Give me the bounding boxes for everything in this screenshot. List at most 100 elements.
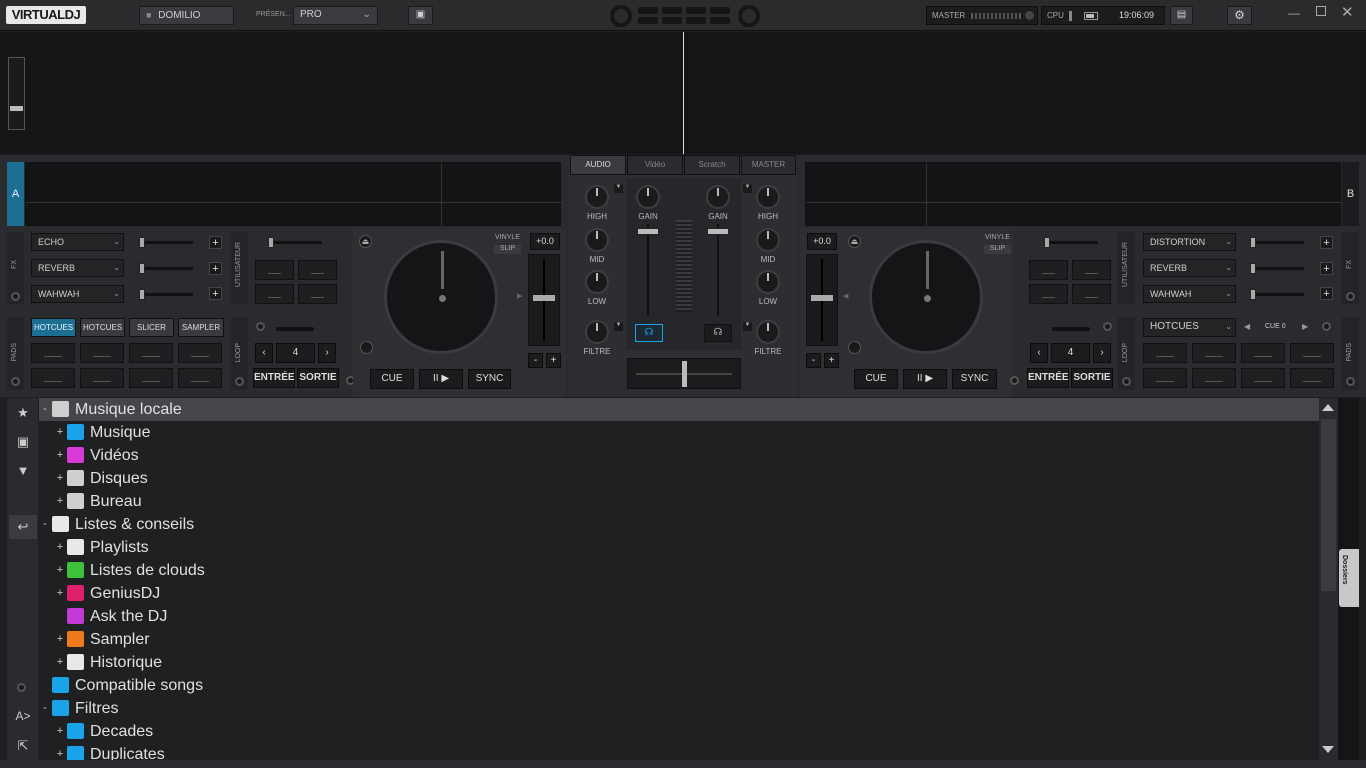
tree-expander[interactable]: - bbox=[40, 398, 50, 421]
mixer-tab-audio[interactable]: AUDIO bbox=[570, 155, 626, 175]
tree-expander[interactable]: + bbox=[55, 467, 65, 490]
tree-item[interactable]: + Sampler bbox=[39, 628, 1319, 651]
deck-a-fx2-slider[interactable] bbox=[139, 263, 193, 274]
deck-a-pad-tab-sampler[interactable]: SAMPLER bbox=[178, 318, 224, 337]
tree-item[interactable]: + Decades bbox=[39, 720, 1319, 743]
user-button[interactable]: ■ DOMILIO bbox=[139, 6, 234, 25]
deck-a-pad-tab-hotcues[interactable]: HOTCUES bbox=[31, 318, 76, 337]
deck-a-stop-icon[interactable] bbox=[360, 341, 373, 354]
deck-b-loop-in[interactable]: ENTRÉE bbox=[1027, 368, 1069, 388]
fx-settings-icon[interactable] bbox=[1346, 292, 1355, 301]
tree-item[interactable]: + Musique bbox=[39, 421, 1319, 444]
mixer-tab-scratch[interactable]: Scratch bbox=[684, 155, 740, 175]
deck-a-gain[interactable] bbox=[636, 185, 660, 209]
filter-b-menu-icon[interactable]: ▼ bbox=[743, 322, 752, 331]
folders-tab[interactable]: Dossiers bbox=[1339, 549, 1359, 607]
deck-a-pitch-minus[interactable]: - bbox=[528, 353, 543, 368]
deck-a-loop-double[interactable]: › bbox=[318, 343, 336, 363]
deck-a-volume-fader[interactable] bbox=[637, 224, 659, 316]
tree-expander[interactable]: + bbox=[55, 490, 65, 513]
deck-a-pitch-slider[interactable] bbox=[528, 254, 560, 346]
deck-a-eject-icon[interactable]: ⏏ bbox=[359, 235, 372, 248]
tree-expander[interactable]: + bbox=[55, 582, 65, 605]
mixer-tab-video[interactable]: Vidéo bbox=[627, 155, 683, 175]
deck-a-loop-size[interactable]: 4 bbox=[276, 343, 315, 363]
crossfader[interactable] bbox=[627, 358, 741, 389]
deck-a-pad-7[interactable] bbox=[129, 368, 173, 388]
deck-b-loop-half[interactable]: ‹ bbox=[1030, 343, 1048, 363]
minimize-icon[interactable]: — bbox=[1288, 6, 1300, 20]
deck-b-cue-prev-icon[interactable]: ◀ bbox=[1244, 322, 1250, 331]
deck-b-user-button-3[interactable] bbox=[1029, 284, 1068, 304]
deck-a-fx3-add[interactable]: + bbox=[209, 287, 222, 300]
tree-expander[interactable]: - bbox=[40, 697, 50, 720]
deck-a-pad-tab-slicer[interactable]: SLICER bbox=[129, 318, 174, 337]
master-knob-icon[interactable] bbox=[1025, 11, 1034, 20]
deck-a-slip-button[interactable]: SLIP bbox=[494, 245, 521, 254]
tree-item[interactable]: Ask the DJ bbox=[39, 605, 1319, 628]
pads-settings-icon[interactable] bbox=[1346, 377, 1355, 386]
mixer-tab-master[interactable]: MASTER bbox=[741, 155, 796, 175]
preset-select[interactable]: PRO ⌄ bbox=[293, 6, 378, 25]
layout-left-icon[interactable] bbox=[610, 5, 632, 27]
layout-button[interactable]: ▣ bbox=[408, 6, 433, 25]
deck-b-stop-icon[interactable] bbox=[848, 341, 861, 354]
deck-a-fx1-slider[interactable] bbox=[139, 237, 193, 248]
deck-b-user-slider[interactable] bbox=[1044, 237, 1098, 248]
deck-b-fx1-slider[interactable] bbox=[1250, 237, 1304, 248]
deck-a-loop-in[interactable]: ENTRÉE bbox=[253, 368, 295, 388]
deck-b-fx1-add[interactable]: + bbox=[1320, 236, 1333, 249]
deck-b-pad-2[interactable] bbox=[1192, 343, 1236, 363]
tree-item[interactable]: Compatible songs bbox=[39, 674, 1319, 697]
layout-selector[interactable] bbox=[638, 7, 734, 25]
deck-b-play-button[interactable]: II ▶ bbox=[903, 369, 947, 389]
deck-b-user-button-4[interactable] bbox=[1072, 284, 1111, 304]
deck-b-pitch-slider[interactable] bbox=[806, 254, 838, 346]
deck-b-options-icon[interactable] bbox=[1010, 376, 1019, 385]
deck-b-waveform[interactable] bbox=[805, 162, 1342, 227]
deck-b-slip-button[interactable]: SLIP bbox=[984, 245, 1011, 254]
deck-a-pad-1[interactable] bbox=[31, 343, 75, 363]
tree-expander[interactable]: + bbox=[55, 720, 65, 743]
tree-expander[interactable]: + bbox=[55, 651, 65, 674]
deck-a-cue-button[interactable]: CUE bbox=[370, 369, 414, 389]
deck-b-volume-fader[interactable] bbox=[707, 224, 729, 316]
deck-b-loop-double[interactable]: › bbox=[1093, 343, 1111, 363]
filter-a-menu-icon[interactable]: ▼ bbox=[614, 322, 623, 331]
deck-b-fx2-add[interactable]: + bbox=[1320, 262, 1333, 275]
deck-a-eq-mid[interactable] bbox=[585, 228, 609, 252]
filter-icon[interactable]: ▼ bbox=[9, 459, 37, 483]
deck-a-pitch-value[interactable]: +0.0 bbox=[530, 233, 560, 250]
scroll-down-icon[interactable] bbox=[1322, 746, 1334, 753]
deck-b-fx2-select[interactable]: REVERB ⌄ bbox=[1143, 259, 1236, 277]
deck-b-pitch-plus[interactable]: + bbox=[824, 353, 839, 368]
back-icon[interactable]: ↩ bbox=[9, 515, 37, 539]
deck-b-eq-high[interactable] bbox=[756, 185, 780, 209]
deck-a-user-button-2[interactable] bbox=[298, 260, 337, 280]
deck-a-vinyl-button[interactable]: VINYLE bbox=[494, 234, 521, 241]
zoom-slider[interactable] bbox=[8, 57, 25, 130]
tree-item[interactable]: - Listes & conseils bbox=[39, 513, 1319, 536]
scroll-up-icon[interactable] bbox=[1322, 404, 1334, 411]
deck-b-eq-mid[interactable] bbox=[756, 228, 780, 252]
deck-a-pad-3[interactable] bbox=[129, 343, 173, 363]
deck-a-filter[interactable] bbox=[585, 320, 609, 344]
deck-b-fx3-add[interactable]: + bbox=[1320, 287, 1333, 300]
deck-a-play-button[interactable]: II ▶ bbox=[419, 369, 463, 389]
deck-a-fx3-select[interactable]: WAHWAH ⌄ bbox=[31, 285, 124, 303]
eq-a-menu-icon[interactable]: ▼ bbox=[614, 184, 623, 193]
deck-a-user-button-3[interactable] bbox=[255, 284, 294, 304]
deck-a-eq-high[interactable] bbox=[585, 185, 609, 209]
deck-b-fx3-slider[interactable] bbox=[1250, 289, 1304, 300]
deck-b-headphone-icon[interactable]: ☊ bbox=[704, 324, 732, 342]
close-icon[interactable]: ✕ bbox=[1341, 3, 1354, 21]
tree-expander[interactable]: + bbox=[55, 444, 65, 467]
tree-item[interactable]: - Musique locale bbox=[39, 398, 1319, 421]
tree-item[interactable]: + Disques bbox=[39, 467, 1319, 490]
deck-b-fx3-select[interactable]: WAHWAH ⌄ bbox=[1143, 285, 1236, 303]
deck-b-user-button-1[interactable] bbox=[1029, 260, 1068, 280]
deck-b-eq-low[interactable] bbox=[756, 270, 780, 294]
deck-b-fx1-select[interactable]: DISTORTION ⌄ bbox=[1143, 233, 1236, 251]
rhythm-waveform[interactable] bbox=[0, 32, 1366, 154]
deck-b-vinyl-button[interactable]: VINYLE bbox=[984, 234, 1011, 241]
